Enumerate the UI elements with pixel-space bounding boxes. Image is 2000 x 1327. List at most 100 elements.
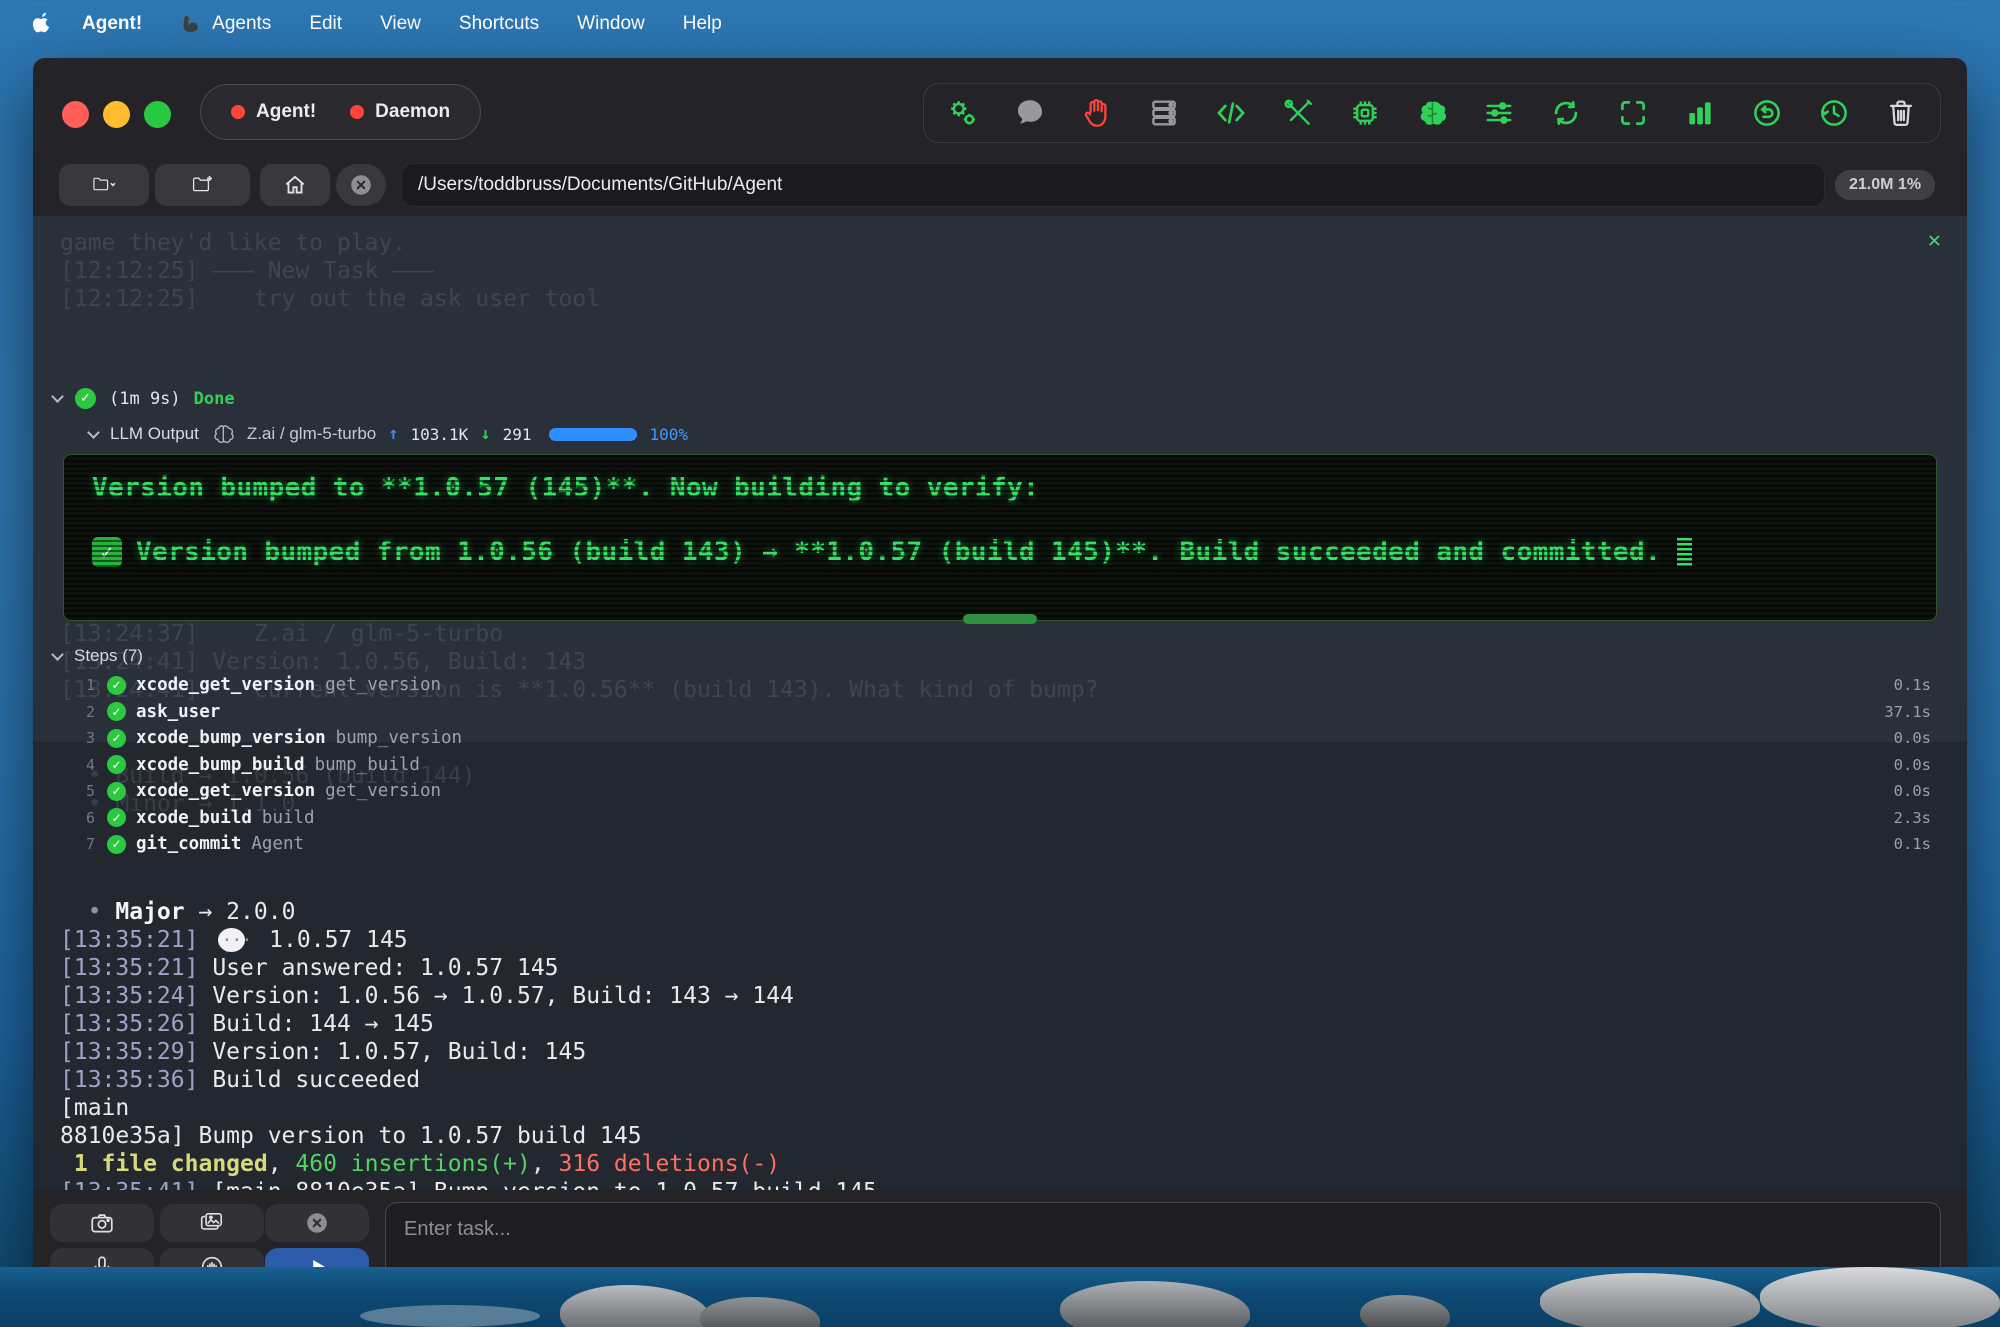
step-success-icon: ✓ [107, 782, 126, 801]
tokens-down-count: 291 [503, 425, 532, 444]
tab-agent-label: Agent! [256, 101, 316, 123]
step-number: 4 [33, 756, 95, 774]
log-line: • Major → 2.0.0 [60, 898, 1950, 926]
step-success-icon: ✓ [107, 755, 126, 774]
tab-daemon[interactable]: Daemon [350, 101, 450, 123]
tools-icon[interactable] [1279, 94, 1317, 132]
menu-item-shortcuts[interactable]: Shortcuts [459, 13, 539, 35]
apple-logo-icon[interactable] [32, 11, 54, 37]
menu-item-view[interactable]: View [380, 13, 421, 35]
step-success-icon: ✓ [107, 702, 126, 721]
step-name: xcode_build [136, 808, 252, 828]
photos-icon [199, 1210, 225, 1236]
x-circle-icon [348, 172, 374, 198]
code-icon[interactable] [1212, 94, 1250, 132]
banner-resize-handle[interactable] [963, 614, 1037, 624]
clear-path-button[interactable] [336, 164, 386, 206]
step-duration: 37.1s [1884, 703, 1931, 721]
menu-item-agents[interactable]: Agents [180, 12, 271, 36]
step-row[interactable]: 2✓ask_user37.1s [33, 699, 1967, 726]
trash-icon[interactable] [1882, 94, 1920, 132]
toolbar [923, 83, 1941, 143]
record-dot-icon [350, 105, 364, 119]
log-line: 8810e35a] Bump version to 1.0.57 build 1… [60, 1122, 1950, 1150]
step-row[interactable]: 3✓xcode_bump_versionbump_version0.0s [33, 725, 1967, 752]
menu-item-window[interactable]: Window [577, 13, 645, 35]
step-success-icon: ✓ [107, 808, 126, 827]
banner-close-button[interactable]: ✕ [1928, 228, 1941, 253]
chevron-down-icon[interactable] [51, 390, 64, 403]
x-circle-icon [304, 1210, 330, 1236]
step-number: 3 [33, 729, 95, 747]
menu-item-help[interactable]: Help [683, 13, 722, 35]
undo-icon[interactable] [1748, 94, 1786, 132]
chevron-down-icon[interactable] [87, 426, 100, 439]
step-subtitle: bump_build [315, 755, 420, 775]
home-button[interactable] [260, 164, 330, 206]
server-icon[interactable] [1145, 94, 1183, 132]
step-row[interactable]: 6✓xcode_buildbuild2.3s [33, 805, 1967, 832]
brain-icon[interactable] [1413, 94, 1451, 132]
steps-header[interactable]: Steps (7) [53, 646, 143, 666]
banner-line1: Version bumped to **1.0.57 (145)**. Now … [92, 473, 1039, 503]
log-line: 1 file changed, 460 insertions(+), 316 d… [60, 1150, 1950, 1178]
log-line: [13:35:26] Build: 144 → 145 [60, 1010, 1950, 1038]
tokens-up-arrow-icon: ↑ [388, 424, 398, 444]
step-name: xcode_get_version [136, 781, 315, 801]
stop-hand-icon[interactable] [1078, 94, 1116, 132]
chat-icon[interactable] [1011, 94, 1049, 132]
step-subtitle: Agent [251, 834, 304, 854]
check-badge-icon: ✓ [92, 537, 122, 567]
run-duration: (1m 9s) [109, 389, 181, 409]
fullscreen-icon[interactable] [1614, 94, 1652, 132]
clear-task-button[interactable] [265, 1204, 369, 1242]
banner-line2: ✓ Version bumped from 1.0.56 (build 143)… [92, 537, 1692, 567]
folder-plus-icon [190, 172, 216, 198]
run-status-row[interactable]: ✓ (1m 9s) Done [53, 388, 235, 409]
step-success-icon: ✓ [107, 729, 126, 748]
console-area: game they'd like to play.[12:12:25] ——— … [33, 216, 1967, 1190]
step-number: 7 [33, 835, 95, 853]
step-duration: 0.1s [1894, 676, 1931, 694]
llm-output-row[interactable]: LLM Output Z.ai / glm-5-turbo ↑ 103.1K ↓… [89, 422, 688, 446]
step-row[interactable]: 5✓xcode_get_versionget_version0.0s [33, 778, 1967, 805]
camera-icon [89, 1210, 115, 1236]
step-row[interactable]: 7✓git_commitAgent0.1s [33, 831, 1967, 858]
step-success-icon: ✓ [107, 835, 126, 854]
menu-app-name[interactable]: Agent! [82, 13, 142, 35]
menu-item-edit[interactable]: Edit [309, 13, 342, 35]
success-check-icon: ✓ [75, 388, 96, 409]
step-row[interactable]: 4✓xcode_bump_buildbump_build0.0s [33, 752, 1967, 779]
app-window: Agent! Daemon [33, 58, 1967, 1295]
step-subtitle: bump_version [336, 728, 462, 748]
chip-icon[interactable] [1346, 94, 1384, 132]
minimize-window-button[interactable] [103, 101, 130, 128]
tab-agent[interactable]: Agent! [231, 101, 316, 123]
step-name: xcode_get_version [136, 675, 315, 695]
menu-item-agents-label: Agents [212, 13, 271, 35]
sync-icon[interactable] [1547, 94, 1585, 132]
new-folder-button[interactable] [155, 164, 250, 206]
step-success-icon: ✓ [107, 676, 126, 695]
window-controls [62, 101, 171, 128]
stats-icon[interactable] [1681, 94, 1719, 132]
filters-icon[interactable] [1480, 94, 1518, 132]
run-status-label: Done [194, 389, 235, 409]
history-icon[interactable] [1815, 94, 1853, 132]
agent-settings-icon[interactable] [944, 94, 982, 132]
memory-usage-badge: 21.0M 1% [1835, 170, 1935, 200]
step-subtitle: get_version [325, 781, 441, 801]
context-progress-bar [549, 428, 637, 441]
photos-button[interactable] [160, 1204, 264, 1242]
steps-header-label: Steps (7) [74, 646, 143, 666]
step-row[interactable]: 1✓xcode_get_versionget_version0.1s [33, 672, 1967, 699]
open-folder-button[interactable] [59, 164, 149, 206]
close-window-button[interactable] [62, 101, 89, 128]
step-number: 2 [33, 703, 95, 721]
zoom-window-button[interactable] [144, 101, 171, 128]
log-line: [13:35:29] Version: 1.0.57, Build: 145 [60, 1038, 1950, 1066]
chevron-down-icon[interactable] [51, 648, 64, 661]
flexed-biceps-icon [180, 12, 204, 36]
path-input[interactable]: /Users/toddbruss/Documents/GitHub/Agent [401, 163, 1825, 207]
screenshot-button[interactable] [50, 1204, 154, 1242]
